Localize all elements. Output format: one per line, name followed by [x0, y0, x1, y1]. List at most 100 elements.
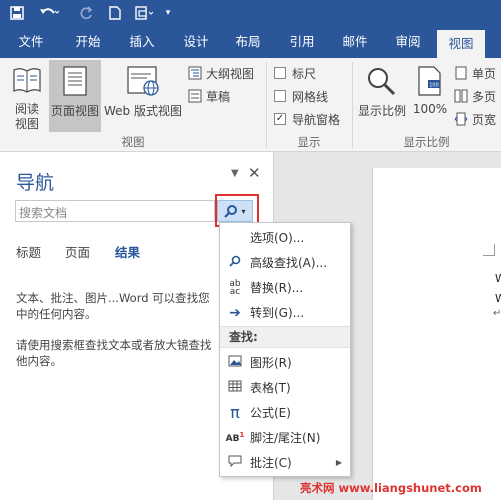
- outline-label: 大纲视图: [206, 66, 255, 81]
- ribbon-view: 阅读 视图 页面视图 Web 版式视图 大纲视图 草稿 视图 标尺 网格线 ✓ …: [0, 58, 501, 152]
- menu-item-footnotes[interactable]: AB1 脚注/尾注(N): [220, 425, 350, 450]
- pi-icon: π: [230, 403, 240, 422]
- nav-tab-headings[interactable]: 标题: [16, 242, 41, 261]
- chevron-down-icon: ▾: [241, 206, 246, 216]
- page-width-button[interactable]: 页宽: [454, 110, 501, 128]
- ruler-check-box[interactable]: [274, 67, 286, 79]
- replace-icon: ab ac: [229, 278, 241, 297]
- one-page-button[interactable]: 单页: [454, 64, 501, 82]
- zoom-100-icon: 100: [418, 66, 441, 96]
- nav-pane-check-box[interactable]: ✓: [274, 113, 286, 125]
- nav-description-2b: 他内容。: [16, 354, 62, 368]
- zoom-label: 显示比例: [357, 104, 406, 118]
- gridlines-check-box[interactable]: [274, 90, 286, 102]
- pane-options-icon[interactable]: ▼: [231, 168, 239, 179]
- menu-item-comments[interactable]: 批注(C) ▶: [220, 450, 350, 475]
- read-mode-label: 阅读 视图: [14, 102, 39, 131]
- arrow-right-icon: ➔: [229, 304, 241, 321]
- web-layout-button[interactable]: Web 版式视图: [103, 64, 183, 132]
- search-placeholder: 搜索文档: [19, 206, 68, 220]
- nav-tab-pages[interactable]: 页面: [65, 242, 90, 261]
- footnote-icon: AB1: [225, 431, 245, 444]
- multi-page-button[interactable]: 多页: [454, 87, 501, 105]
- tab-insert[interactable]: 插入: [120, 26, 164, 58]
- print-layout-icon: [63, 66, 87, 96]
- multi-page-icon: [454, 89, 468, 103]
- outline-icon: [188, 66, 202, 80]
- ribbon-tabs: 文件 开始 插入 设计 布局 引用 邮件 审阅 视图: [0, 26, 501, 58]
- svg-text:100: 100: [429, 83, 439, 89]
- menu-item-advanced-find[interactable]: 高级查找(A)...: [220, 250, 350, 275]
- print-preview-icon[interactable]: [134, 0, 154, 26]
- one-page-icon: [455, 66, 467, 80]
- nav-pane-label: 导航窗格: [292, 112, 341, 127]
- nav-tab-results[interactable]: 结果: [115, 242, 140, 261]
- views-group-label: 视图: [121, 135, 145, 149]
- print-layout-label: 页面视图: [50, 104, 99, 118]
- print-layout-button[interactable]: 页面视图: [49, 60, 101, 132]
- customize-qat-icon[interactable]: ▾: [162, 0, 174, 26]
- paragraph-mark: ↵: [493, 308, 501, 319]
- show-group-label: 显示: [297, 135, 321, 149]
- nav-pane-checkbox[interactable]: ✓ 导航窗格: [274, 110, 354, 128]
- zoom-100-button[interactable]: 100 100%: [410, 64, 450, 132]
- draft-button[interactable]: 草稿: [188, 87, 258, 105]
- tab-layout[interactable]: 布局: [226, 26, 270, 58]
- redo-icon[interactable]: [78, 0, 94, 26]
- margin-mark: [483, 244, 495, 256]
- tab-home[interactable]: 开始: [66, 26, 110, 58]
- close-icon[interactable]: ✕: [248, 164, 261, 182]
- search-options-menu: 选项(O)... 高级查找(A)... ab ac 替换(R)... ➔ 转到(G).…: [219, 222, 351, 477]
- page-width-icon: [454, 112, 468, 126]
- comment-icon: [220, 455, 250, 470]
- multi-page-label: 多页: [472, 89, 497, 104]
- document-page[interactable]: W W ↵: [372, 168, 501, 500]
- one-page-label: 单页: [472, 66, 497, 81]
- search-options-button[interactable]: ▾: [217, 200, 253, 222]
- zoom-group-label: 显示比例: [403, 135, 450, 149]
- magnifier-icon: [224, 205, 238, 218]
- nav-description-1b: 中的任何内容。: [16, 307, 97, 321]
- tab-file[interactable]: 文件: [10, 26, 52, 58]
- page-width-label: 页宽: [472, 112, 497, 127]
- menu-item-graphics[interactable]: 图形(R): [220, 350, 350, 375]
- menu-item-replace[interactable]: ab ac 替换(R)...: [220, 275, 350, 300]
- search-input[interactable]: 搜索文档: [15, 200, 215, 222]
- doc-line-2: W: [495, 292, 501, 305]
- magnifier-icon: [220, 255, 250, 270]
- ruler-checkbox[interactable]: 标尺: [274, 64, 349, 82]
- new-document-icon[interactable]: [108, 0, 122, 26]
- nav-title: 导航: [16, 172, 55, 194]
- read-mode-button[interactable]: 阅读 视图: [8, 64, 46, 132]
- undo-icon[interactable]: [36, 0, 62, 26]
- tab-view[interactable]: 视图: [437, 30, 485, 58]
- zoom-100-label: 100%: [412, 102, 448, 116]
- table-icon: [220, 380, 250, 395]
- web-layout-icon: [127, 66, 159, 96]
- gridlines-label: 网格线: [292, 89, 329, 104]
- magnifier-icon: [368, 68, 396, 96]
- doc-line-1: W: [495, 272, 501, 285]
- watermark: 亮术网 www.liangshunet.com: [300, 481, 482, 495]
- submenu-arrow-icon: ▶: [335, 458, 342, 467]
- save-icon[interactable]: [8, 0, 26, 26]
- read-mode-icon: [13, 68, 41, 93]
- graphics-icon: [220, 355, 250, 370]
- tab-review[interactable]: 审阅: [386, 26, 430, 58]
- web-layout-label: Web 版式视图: [104, 104, 182, 118]
- find-section-header: 查找:: [220, 326, 350, 348]
- outline-button[interactable]: 大纲视图: [188, 64, 258, 82]
- zoom-button[interactable]: 显示比例: [356, 64, 408, 132]
- tab-references[interactable]: 引用: [280, 26, 324, 58]
- ruler-label: 标尺: [292, 66, 317, 81]
- tab-mailings[interactable]: 邮件: [333, 26, 377, 58]
- menu-item-goto[interactable]: ➔ 转到(G)...: [220, 300, 350, 325]
- tab-design[interactable]: 设计: [174, 26, 218, 58]
- menu-item-options[interactable]: 选项(O)...: [220, 225, 350, 250]
- menu-item-tables[interactable]: 表格(T): [220, 375, 350, 400]
- gridlines-checkbox[interactable]: 网格线: [274, 87, 349, 105]
- quick-access-toolbar: ▾: [0, 0, 501, 26]
- menu-item-equations[interactable]: π 公式(E): [220, 400, 350, 425]
- draft-label: 草稿: [206, 89, 231, 104]
- draft-icon: [188, 89, 202, 103]
